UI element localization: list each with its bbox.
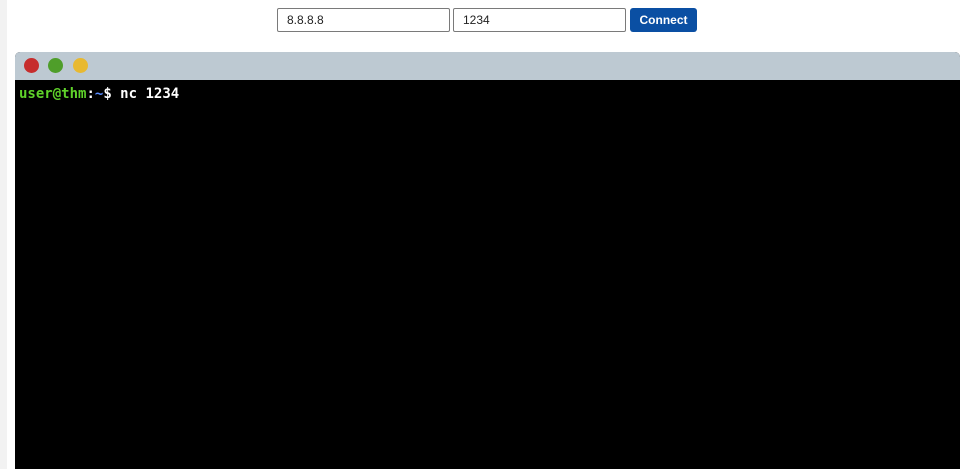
- maximize-window-icon[interactable]: [48, 58, 63, 73]
- terminal-titlebar: [15, 52, 960, 80]
- minimize-window-icon[interactable]: [73, 58, 88, 73]
- left-edge-strip: [0, 0, 7, 469]
- ip-address-input[interactable]: [277, 8, 450, 32]
- close-window-icon[interactable]: [24, 58, 39, 73]
- prompt-user: user@thm: [19, 86, 87, 102]
- prompt-symbol: $: [103, 86, 112, 102]
- terminal-line: user@thm:~$ nc 1234: [19, 85, 179, 103]
- terminal-output[interactable]: user@thm:~$ nc 1234: [15, 80, 960, 469]
- port-input[interactable]: [453, 8, 626, 32]
- terminal-window: user@thm:~$ nc 1234: [15, 52, 960, 469]
- prompt-separator: :: [86, 86, 95, 102]
- terminal-command: nc 1234: [111, 86, 180, 102]
- connect-button[interactable]: Connect: [630, 8, 697, 32]
